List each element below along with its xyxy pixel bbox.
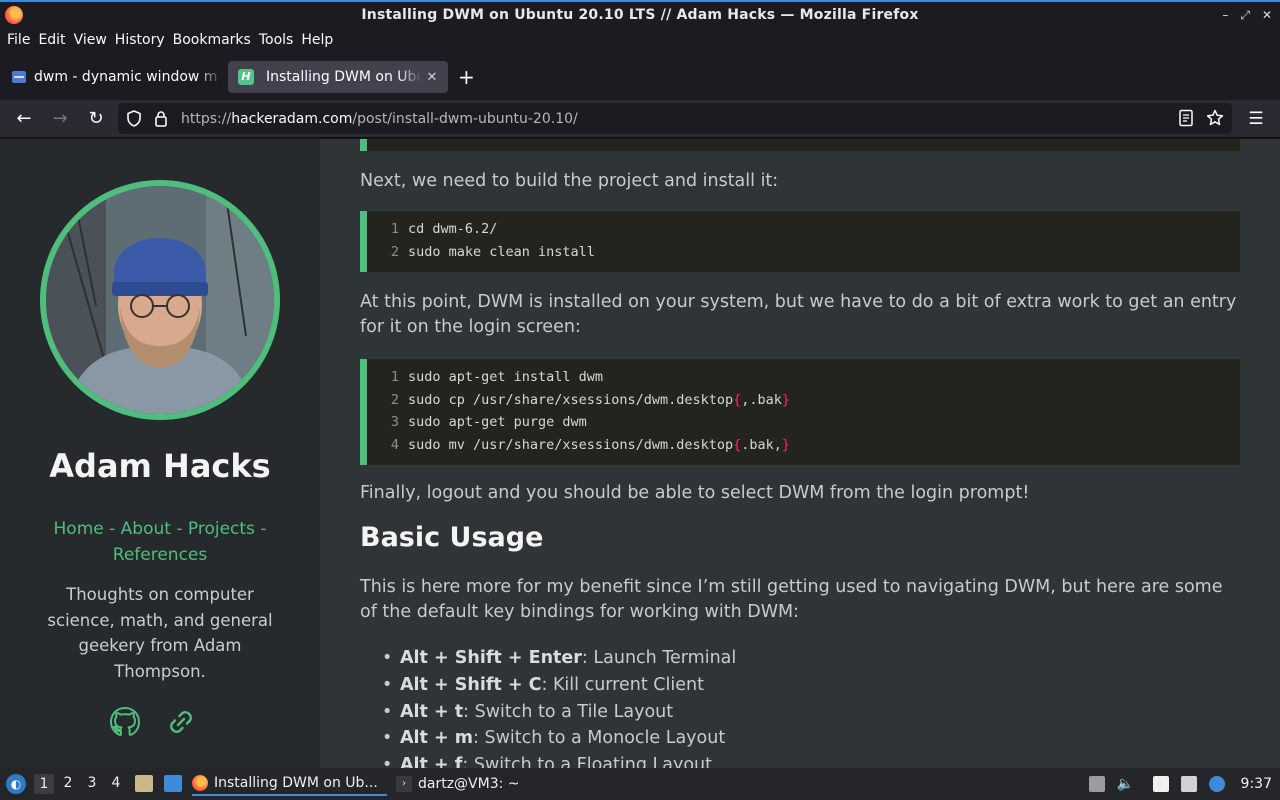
- menu-bookmarks[interactable]: Bookmarks: [172, 29, 257, 53]
- link-icon[interactable]: [164, 705, 198, 739]
- forward-arrow-icon[interactable]: →: [49, 108, 71, 130]
- network-icon[interactable]: [1180, 776, 1197, 792]
- close-window-button[interactable]: ✕: [1262, 8, 1272, 23]
- nav-separator: -: [254, 519, 267, 539]
- task-terminal[interactable]: › dartz@VM3: ~: [396, 772, 526, 796]
- keybinding-list: Alt + Shift + Enter: Launch Terminal Alt…: [380, 645, 1240, 768]
- code-line: 3 sudo apt-get purge dwm: [390, 414, 587, 430]
- tab-installing-dwm[interactable]: H Installing DWM on Ubuntu ✕: [228, 61, 448, 93]
- code-line: 1 cd dwm-6.2/: [390, 221, 498, 237]
- web-page: Adam Hacks Home - About - Projects - Ref…: [0, 139, 1280, 768]
- workspace-2[interactable]: 2: [58, 775, 78, 791]
- nav-about-link[interactable]: About: [121, 519, 171, 539]
- back-arrow-icon[interactable]: ←: [13, 108, 35, 130]
- code-block-login: 1 sudo apt-get install dwm 2 sudo cp /usr/…: [360, 359, 1240, 465]
- notification-icon[interactable]: [1208, 776, 1225, 792]
- code-block-continued: [360, 139, 1240, 151]
- start-menu-icon[interactable]: ◐: [6, 774, 26, 794]
- code-block-build: 1 cd dwm-6.2/ 2 sudo make clean install: [360, 211, 1240, 272]
- code-line: 2 sudo make clean install: [390, 243, 595, 260]
- list-item: Alt + f: Switch to a Floating Layout: [380, 752, 1240, 768]
- menu-bar: File Edit View History Bookmarks Tools H…: [0, 29, 1280, 53]
- list-item: Alt + Shift + Enter: Launch Terminal: [380, 645, 1240, 672]
- window-title: Installing DWM on Ubuntu 20.10 LTS // Ad…: [361, 7, 919, 23]
- code-line: 4 sudo mv /usr/share/xsessions/dwm.deskto…: [390, 436, 791, 453]
- firefox-icon: [192, 775, 208, 791]
- window-titlebar: Installing DWM on Ubuntu 20.10 LTS // Ad…: [0, 0, 1280, 29]
- social-links: [108, 705, 198, 739]
- list-item: Alt + t: Switch to a Tile Layout: [380, 699, 1240, 726]
- task-firefox[interactable]: Installing DWM on Ub...: [192, 772, 387, 796]
- nav-home-link[interactable]: Home: [54, 519, 104, 539]
- menu-history[interactable]: History: [114, 29, 171, 53]
- tab-label: Installing DWM on Ubuntu: [266, 69, 422, 85]
- terminal-icon: ›: [396, 776, 412, 792]
- hamburger-menu-icon[interactable]: ☰: [1245, 108, 1267, 130]
- nav-projects-link[interactable]: Projects: [188, 519, 255, 539]
- url-text[interactable]: https://hackeradam.com/post/install-dwm-…: [181, 111, 578, 127]
- system-taskbar: ◐ 1 2 3 4 Installing DWM on Ub... › dart…: [0, 768, 1280, 800]
- clock: 9:37: [1240, 776, 1272, 792]
- minimize-button[interactable]: –: [1222, 8, 1228, 23]
- menu-tools[interactable]: Tools: [258, 29, 300, 53]
- heading-basic-usage: Basic Usage: [360, 522, 544, 553]
- shield-icon[interactable]: [126, 110, 142, 127]
- menu-edit[interactable]: Edit: [37, 29, 71, 53]
- clipboard-icon[interactable]: [1152, 776, 1169, 792]
- menu-help[interactable]: Help: [300, 29, 339, 53]
- task-label: dartz@VM3: ~: [418, 776, 520, 792]
- paragraph-usage: This is here more for my benefit since I…: [360, 577, 1223, 622]
- list-item: Alt + m: Switch to a Monocle Layout: [380, 725, 1240, 752]
- list-item: Alt + Shift + C: Kill current Client: [380, 672, 1240, 699]
- suckless-favicon-icon: [12, 71, 26, 83]
- task-label: Installing DWM on Ub...: [214, 775, 378, 791]
- lock-icon[interactable]: [154, 110, 168, 127]
- new-tab-button[interactable]: +: [458, 67, 475, 87]
- avatar: [40, 180, 280, 420]
- maximize-button[interactable]: ⤢: [1240, 8, 1250, 23]
- url-bar[interactable]: https://hackeradam.com/post/install-dwm-…: [118, 103, 1232, 134]
- navigation-toolbar: ← → ↻ https://hackeradam.com/post/instal…: [0, 100, 1280, 138]
- reader-view-icon[interactable]: [1178, 109, 1194, 127]
- blog-author-title[interactable]: Adam Hacks: [0, 447, 320, 485]
- nav-separator: -: [170, 519, 188, 539]
- blog-tagline: Thoughts on computer science, math, and …: [47, 585, 273, 681]
- nav-references-link[interactable]: References: [113, 545, 207, 565]
- paragraph-final: Finally, logout and you should be able t…: [360, 483, 1030, 503]
- volume-icon[interactable]: 🔈: [1117, 776, 1134, 792]
- close-tab-icon[interactable]: ✕: [422, 70, 442, 85]
- paragraph-build: Next, we need to build the project and i…: [360, 171, 779, 191]
- tab-label: dwm - dynamic window m: [34, 69, 218, 85]
- code-line: 2 sudo cp /usr/share/xsessions/dwm.deskto…: [390, 391, 791, 408]
- file-manager-icon[interactable]: [135, 775, 153, 792]
- menu-file[interactable]: File: [6, 29, 36, 53]
- show-desktop-icon[interactable]: [164, 775, 182, 792]
- menu-view[interactable]: View: [73, 29, 113, 53]
- system-tray: 🔈 9:37: [1088, 768, 1280, 800]
- eject-icon[interactable]: [1088, 776, 1105, 792]
- bookmark-star-icon[interactable]: [1206, 109, 1224, 127]
- blog-sidebar: Adam Hacks Home - About - Projects - Ref…: [0, 139, 320, 768]
- sidebar-nav: Home - About - Projects - References: [40, 516, 280, 568]
- workspace-3[interactable]: 3: [82, 775, 102, 791]
- workspace-1[interactable]: 1: [34, 774, 54, 794]
- nav-separator: -: [103, 519, 121, 539]
- author-photo: [46, 186, 274, 414]
- code-line: 1 sudo apt-get install dwm: [390, 369, 604, 385]
- github-icon[interactable]: [108, 705, 142, 739]
- adam-hacks-favicon-icon: H: [238, 69, 254, 85]
- tab-bar: dwm - dynamic window m H Installing DWM …: [0, 53, 1280, 100]
- reload-icon[interactable]: ↻: [85, 108, 107, 130]
- workspace-4[interactable]: 4: [106, 775, 126, 791]
- paragraph-login: At this point, DWM is installed on your …: [360, 292, 1237, 337]
- tab-dwm[interactable]: dwm - dynamic window m: [2, 61, 224, 93]
